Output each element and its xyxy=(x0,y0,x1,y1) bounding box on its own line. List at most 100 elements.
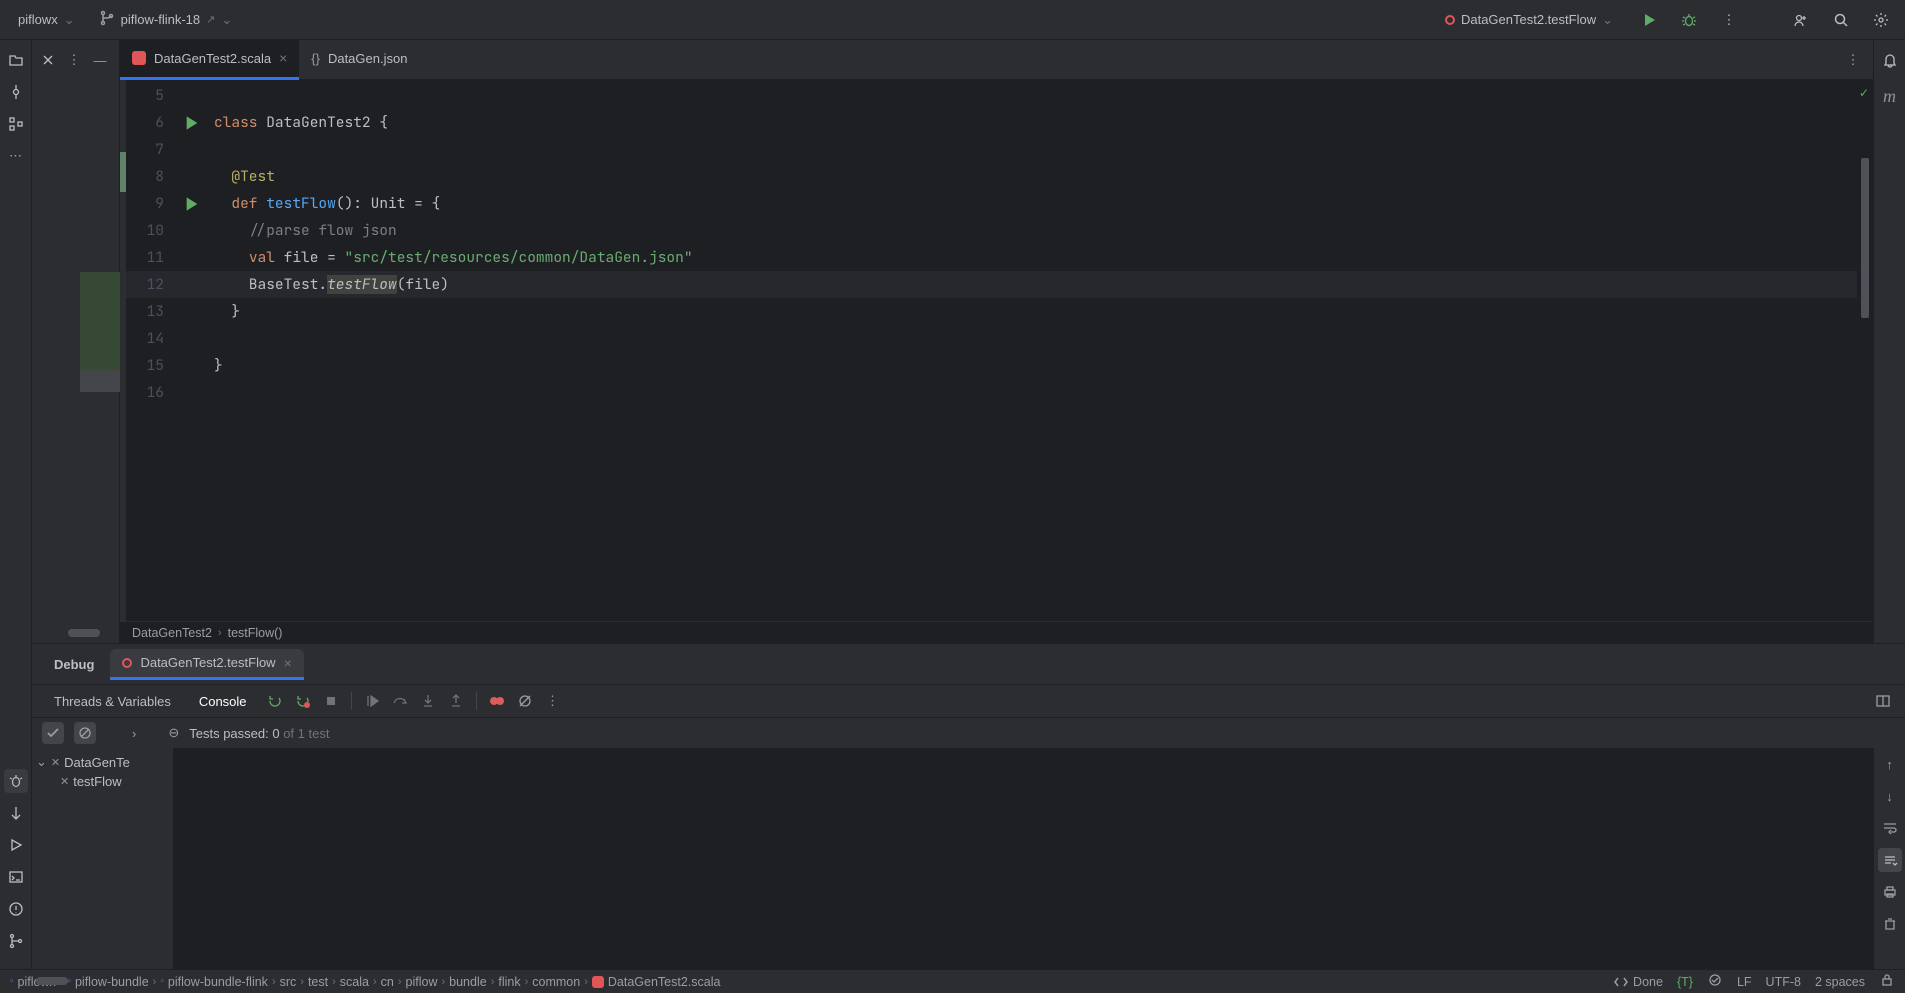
code-line[interactable]: 7 xyxy=(126,136,1857,163)
expand-icon[interactable]: › xyxy=(132,726,136,741)
show-ignored-icon[interactable] xyxy=(74,722,96,744)
commit-tool-icon[interactable] xyxy=(4,80,28,104)
code-text[interactable]: def testFlow(): Unit = { xyxy=(214,190,440,217)
code-line[interactable]: 15} xyxy=(126,352,1857,379)
code-line[interactable]: 6class DataGenTest2 { xyxy=(126,109,1857,136)
power-save-icon[interactable] xyxy=(1707,972,1723,991)
progress-icon[interactable]: Done xyxy=(1613,974,1663,990)
close-tab-icon[interactable]: × xyxy=(284,655,292,671)
code-line[interactable]: 8 @Test xyxy=(126,163,1857,190)
code-text[interactable]: val file = "src/test/resources/common/Da… xyxy=(214,244,693,271)
more-actions-button[interactable]: ⋮ xyxy=(1715,6,1743,34)
search-icon[interactable] xyxy=(1827,6,1855,34)
resume-icon[interactable] xyxy=(360,689,384,713)
vcs-branch[interactable]: piflow-flink-18 ↗ ⌄ xyxy=(91,6,241,33)
code-with-me-icon[interactable] xyxy=(1787,6,1815,34)
editor-breadcrumb[interactable]: DataGenTest2 › testFlow() xyxy=(120,621,1873,643)
view-breakpoints-icon[interactable] xyxy=(485,689,509,713)
file-encoding[interactable]: UTF-8 xyxy=(1766,975,1801,989)
gutter[interactable] xyxy=(184,352,214,379)
console-tab[interactable]: Console xyxy=(187,688,259,715)
code-line[interactable]: 14 xyxy=(126,325,1857,352)
debug-run-config-tab[interactable]: DataGenTest2.testFlow × xyxy=(110,649,303,680)
code-text[interactable]: } xyxy=(214,298,240,325)
code-text[interactable]: class DataGenTest2 { xyxy=(214,109,388,136)
code-line[interactable]: 12 BaseTest.testFlow(file) xyxy=(126,271,1857,298)
rerun-icon[interactable] xyxy=(263,689,287,713)
tab-datagen-json[interactable]: {} DataGen.json xyxy=(299,40,419,80)
down-icon[interactable]: ↓ xyxy=(1878,784,1902,808)
code-area[interactable]: 56class DataGenTest2 {78 @Test9 def test… xyxy=(126,80,1857,621)
code-text[interactable]: } xyxy=(214,352,223,379)
project-tool-icon[interactable] xyxy=(4,48,28,72)
path-segment[interactable]: DataGenTest2.scala xyxy=(592,975,721,989)
gutter[interactable] xyxy=(184,379,214,406)
breadcrumb-item[interactable]: DataGenTest2 xyxy=(132,626,212,640)
print-icon[interactable] xyxy=(1878,880,1902,904)
code-line[interactable]: 11 val file = "src/test/resources/common… xyxy=(126,244,1857,271)
clear-icon[interactable] xyxy=(1878,912,1902,936)
project-selector[interactable]: piflowx ⌄ xyxy=(10,8,83,32)
layout-icon[interactable] xyxy=(1871,689,1895,713)
gutter[interactable] xyxy=(184,271,214,298)
collapse-icon[interactable]: — xyxy=(90,50,110,70)
step-out-icon[interactable] xyxy=(444,689,468,713)
show-passed-icon[interactable] xyxy=(42,722,64,744)
gutter[interactable] xyxy=(184,217,214,244)
bookmarks-icon[interactable] xyxy=(4,801,28,825)
services-icon[interactable] xyxy=(4,833,28,857)
breadcrumb-item[interactable]: testFlow() xyxy=(228,626,283,640)
indent-info[interactable]: 2 spaces xyxy=(1815,975,1865,989)
path-segment[interactable]: bundle xyxy=(449,975,487,989)
gutter[interactable] xyxy=(184,163,214,190)
code-line[interactable]: 13 } xyxy=(126,298,1857,325)
code-text[interactable]: //parse flow json xyxy=(214,217,397,244)
debug-tool-icon[interactable] xyxy=(4,769,28,793)
navigation-bar[interactable]: ▫piflowx›▫piflow-bundle›▫piflow-bundle-f… xyxy=(10,975,720,989)
run-button[interactable] xyxy=(1635,6,1663,34)
code-line[interactable]: 10 //parse flow json xyxy=(126,217,1857,244)
step-over-icon[interactable] xyxy=(388,689,412,713)
path-segment[interactable]: src xyxy=(280,975,297,989)
path-segment[interactable]: test xyxy=(308,975,328,989)
settings-icon[interactable] xyxy=(1867,6,1895,34)
gutter[interactable] xyxy=(184,82,214,109)
tab-datagentest2[interactable]: DataGenTest2.scala × xyxy=(120,40,299,80)
test-tree[interactable]: ⌄ ✕ DataGenTe ✕ testFlow xyxy=(32,748,174,969)
gutter[interactable] xyxy=(184,325,214,352)
maven-icon[interactable]: m xyxy=(1878,84,1902,108)
path-segment[interactable]: common xyxy=(532,975,580,989)
stop-icon[interactable] xyxy=(319,689,343,713)
path-segment[interactable]: ▫piflow-bundle xyxy=(67,975,148,989)
path-segment[interactable]: piflow xyxy=(406,975,438,989)
close-tab-icon[interactable]: × xyxy=(279,50,287,66)
up-icon[interactable]: ↑ xyxy=(1878,752,1902,776)
tab-indicator[interactable]: {T} xyxy=(1677,975,1693,989)
readonly-icon[interactable] xyxy=(1879,972,1895,991)
threads-tab[interactable]: Threads & Variables xyxy=(42,688,183,715)
gutter[interactable] xyxy=(184,244,214,271)
gutter[interactable] xyxy=(184,109,214,136)
code-text[interactable]: @Test xyxy=(214,163,275,190)
rerun-failed-icon[interactable] xyxy=(291,689,315,713)
gutter[interactable] xyxy=(184,298,214,325)
code-line[interactable]: 16 xyxy=(126,379,1857,406)
test-case-row[interactable]: ✕ testFlow xyxy=(32,772,173,791)
terminal-icon[interactable] xyxy=(4,865,28,889)
path-segment[interactable]: scala xyxy=(340,975,369,989)
scroll-to-end-icon[interactable] xyxy=(1878,848,1902,872)
hide-panel-icon[interactable] xyxy=(38,50,58,70)
debug-tab-title[interactable]: Debug xyxy=(42,647,106,682)
more-tools-icon[interactable]: ⋯ xyxy=(4,144,28,168)
gutter[interactable] xyxy=(184,190,214,217)
debug-button[interactable] xyxy=(1675,6,1703,34)
console-output[interactable] xyxy=(174,748,1873,969)
path-segment[interactable]: ▫piflow-bundle-flink xyxy=(160,975,268,989)
tree-scrollbar[interactable] xyxy=(36,977,68,985)
problems-icon[interactable] xyxy=(4,897,28,921)
tab-options-icon[interactable]: ⋮ xyxy=(1841,48,1865,72)
code-line[interactable]: 9 def testFlow(): Unit = { xyxy=(126,190,1857,217)
more-debug-icon[interactable]: ⋮ xyxy=(541,689,565,713)
gutter[interactable] xyxy=(184,136,214,163)
step-into-icon[interactable] xyxy=(416,689,440,713)
